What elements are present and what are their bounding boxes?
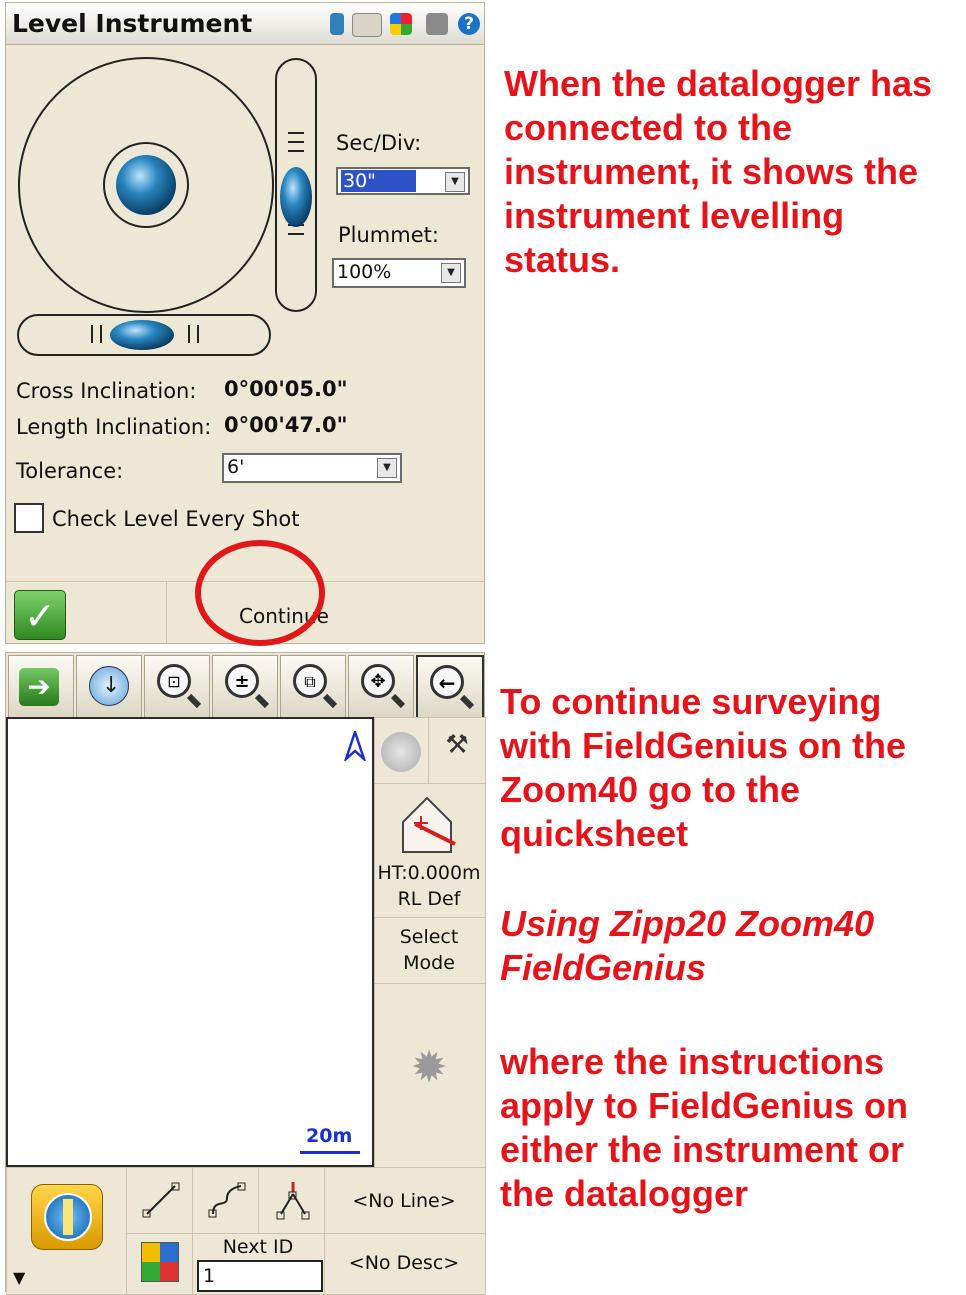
chevron-down-icon[interactable]: ▼ (377, 458, 397, 478)
pan-button[interactable]: ✥ (348, 655, 414, 719)
pan-icon: ✥ (361, 664, 395, 698)
chevron-down-icon[interactable]: ▼ (445, 172, 465, 192)
vertical-bubble (280, 167, 312, 227)
back-arrow-icon: ← (430, 665, 464, 699)
gps-globe-icon (381, 732, 421, 772)
ok-check-button[interactable]: ✓ (14, 590, 66, 640)
sun-icon: ✹ (410, 1042, 448, 1093)
exit-arrow-button[interactable]: ➔ (8, 655, 74, 719)
gps-button[interactable] (374, 717, 430, 785)
screen-title: Level Instrument (12, 9, 253, 38)
map-view[interactable]: 20m (6, 717, 374, 1167)
scale-label: 20m (306, 1125, 353, 1147)
layers-icon (141, 1242, 179, 1282)
plummet-select[interactable]: 100% ▼ (332, 258, 466, 288)
zoom-extents-button[interactable]: ⊡ (144, 655, 210, 719)
dropdown-triangle-icon[interactable]: ▼ (13, 1268, 25, 1287)
layers-button[interactable] (126, 1233, 194, 1295)
measure-button[interactable]: ↓ (76, 655, 142, 719)
height-button[interactable]: HT:0.000m RL Def (374, 783, 486, 919)
chevron-down-icon[interactable]: ▼ (441, 263, 461, 283)
cross-inclination-value: 0°00'05.0" (224, 377, 348, 401)
windows-start-icon[interactable] (390, 13, 412, 35)
branch-icon (276, 1182, 310, 1220)
no-line-button[interactable]: <No Line> (324, 1167, 486, 1235)
zoom-window-button[interactable]: ⧉ (280, 655, 346, 719)
zoom-plus-minus-icon: ± (225, 664, 259, 698)
circular-bubble (116, 155, 176, 215)
tolerance-select[interactable]: 6' ▼ (222, 453, 402, 483)
ht-label: HT:0.000m (377, 862, 481, 884)
curve-tool-button[interactable] (192, 1167, 260, 1235)
check-level-label: Check Level Every Shot (52, 507, 300, 531)
line-icon (142, 1182, 180, 1218)
compass-icon (31, 1184, 103, 1250)
help-icon[interactable]: ? (458, 13, 480, 35)
house-height-icon (402, 796, 456, 853)
horizontal-bubble (110, 320, 174, 350)
select-mode-button[interactable]: Select Mode (374, 917, 486, 985)
north-arrow-icon (344, 731, 366, 761)
fieldgenius-map-screen: ➔ ↓ ⊡ ± ⧉ ✥ ← 20m ⚒ HT:0.000m RL Def Sel… (5, 652, 486, 1295)
length-inclination-value: 0°00'47.0" (224, 413, 348, 437)
next-id-panel: Next ID 1 (192, 1233, 326, 1295)
satellite-tool-icon: ⚒ (445, 730, 469, 760)
cross-inclination-label: Cross Inclination: (16, 379, 197, 403)
next-id-input[interactable]: 1 (197, 1260, 323, 1292)
download-arrow-icon: ↓ (89, 666, 129, 706)
scale-bar (300, 1151, 360, 1154)
compass-button[interactable]: ▼ (6, 1167, 128, 1295)
rl-label: RL Def (397, 888, 461, 910)
battery-icon[interactable] (330, 13, 344, 35)
instrument-settings-button[interactable]: ⚒ (428, 717, 486, 785)
line-tool-button[interactable] (126, 1167, 194, 1235)
annotation-bottom-1: To continue surveying with FieldGenius o… (500, 681, 907, 854)
right-arrow-icon: ➔ (19, 668, 59, 706)
annotation-top: When the datalogger has connected to the… (504, 63, 933, 280)
curve-icon (208, 1182, 246, 1218)
sec-div-select[interactable]: 30" ▼ (336, 167, 470, 195)
app-grid-icon[interactable] (426, 13, 448, 35)
tolerance-label: Tolerance: (16, 459, 124, 483)
sec-div-label: Sec/Div: (336, 131, 422, 155)
title-bar: Level Instrument ? (6, 3, 484, 45)
check-level-checkbox[interactable] (14, 503, 44, 533)
level-bubbles-graphic (17, 57, 317, 356)
highlight-circle (195, 540, 325, 646)
zoom-previous-button[interactable]: ← (416, 655, 484, 721)
annotation-bottom-2: Using Zipp20 Zoom40 FieldGenius (500, 903, 875, 988)
zoom-extents-icon: ⊡ (157, 664, 191, 698)
zoom-in-out-button[interactable]: ± (212, 655, 278, 719)
next-id-label: Next ID (222, 1236, 294, 1258)
length-inclination-label: Length Inclination: (16, 415, 212, 439)
zoom-window-icon: ⧉ (293, 664, 327, 698)
branch-tool-button[interactable] (258, 1167, 326, 1235)
no-desc-button[interactable]: <No Desc> (324, 1233, 486, 1295)
annotation-bottom-3: where the instructions apply to FieldGen… (500, 1041, 909, 1214)
light-button[interactable]: ✹ (374, 983, 486, 1169)
level-instrument-screen: Level Instrument ? Sec/Div: 30" ▼ Plumme… (5, 2, 485, 646)
plummet-label: Plummet: (338, 223, 439, 247)
keyboard-icon[interactable] (352, 13, 382, 37)
